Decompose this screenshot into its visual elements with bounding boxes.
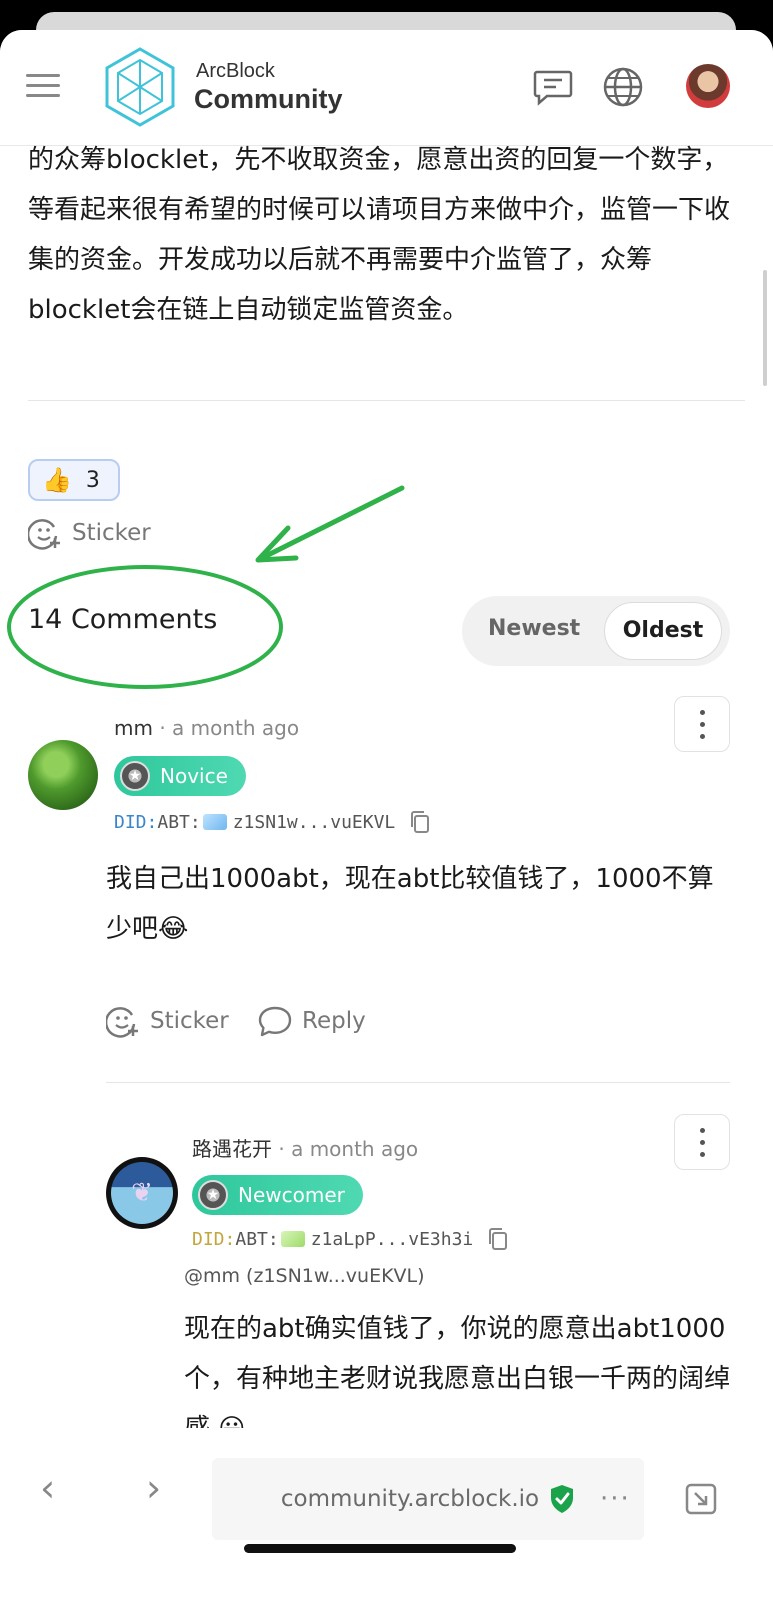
reaction-count: 3 bbox=[85, 467, 100, 493]
thumbs-up-reaction[interactable]: 👍 3 bbox=[28, 459, 120, 501]
logo-brand-name: ArcBlock bbox=[196, 60, 275, 82]
more-options-icon[interactable]: ··· bbox=[600, 1484, 631, 1514]
status-badge: ★ Newcomer bbox=[192, 1175, 363, 1215]
comment-time: · a month ago bbox=[159, 716, 300, 740]
medal-icon: ★ bbox=[120, 761, 150, 791]
sticker-icon bbox=[28, 519, 60, 550]
did-prefix: DID: bbox=[114, 811, 158, 833]
post-sticker-button[interactable]: Sticker bbox=[28, 516, 151, 550]
logo-site-name: Community bbox=[194, 84, 343, 114]
did-address: DID: ABT: z1SN1w...vuEKVL bbox=[114, 810, 431, 834]
site-header: ArcBlock Community bbox=[0, 30, 773, 146]
did-avatar-icon bbox=[202, 814, 227, 830]
avatar[interactable] bbox=[28, 740, 98, 810]
sticker-label: Sticker bbox=[72, 520, 151, 546]
url-text: community.arcblock.io bbox=[280, 1486, 540, 1512]
avatar[interactable]: ❦ bbox=[106, 1157, 178, 1229]
forward-arrow-icon[interactable]: › bbox=[146, 1466, 161, 1510]
comment-meta: 路遇花开 · a month ago bbox=[192, 1133, 418, 1162]
did-type: ABT: bbox=[157, 811, 201, 833]
comments-count-title: 14 Comments bbox=[28, 604, 218, 635]
copy-icon[interactable] bbox=[487, 1227, 509, 1251]
did-type: ABT: bbox=[235, 1228, 279, 1250]
comment-divider bbox=[106, 1082, 730, 1083]
badge-label: Novice bbox=[160, 764, 228, 788]
globe-icon[interactable] bbox=[602, 66, 644, 108]
did-avatar-icon bbox=[280, 1231, 305, 1247]
annotation-arrow-icon bbox=[255, 485, 405, 563]
comment-text: 我自己出1000abt，现在abt比较值钱了，1000不算少吧😂 bbox=[106, 864, 714, 944]
home-indicator[interactable] bbox=[244, 1544, 516, 1553]
menu-icon[interactable] bbox=[26, 74, 60, 100]
sticker-label: Sticker bbox=[150, 1008, 229, 1034]
browser-sheet: ArcBlock Community 的众筹blocklet，先不收取资金，愿意… bbox=[0, 30, 773, 1600]
medal-icon: ★ bbox=[198, 1180, 228, 1210]
comment-sort-toggle: Newest Oldest bbox=[462, 596, 730, 666]
scrollbar[interactable] bbox=[763, 270, 767, 386]
thumbs-up-icon: 👍 bbox=[42, 466, 72, 494]
user-avatar[interactable] bbox=[686, 64, 730, 108]
reply-label: Reply bbox=[302, 1008, 366, 1034]
sort-newest-button[interactable]: Newest bbox=[488, 616, 580, 641]
browser-toolbar: ‹ › community.arcblock.io ··· bbox=[0, 1428, 773, 1570]
status-badge: ★ Novice bbox=[114, 756, 246, 796]
comment-time: · a month ago bbox=[278, 1137, 419, 1161]
sticker-icon bbox=[106, 1007, 138, 1038]
comment-meta: mm · a month ago bbox=[114, 716, 299, 740]
arcblock-logo-icon[interactable] bbox=[104, 46, 176, 128]
comment-sticker-button[interactable]: Sticker bbox=[106, 1004, 229, 1038]
address-bar[interactable]: community.arcblock.io bbox=[212, 1458, 644, 1540]
butterfly-icon: ❦ bbox=[111, 1162, 173, 1224]
reply-bubble-icon bbox=[258, 1006, 292, 1037]
reply-mention[interactable]: @mm (z1SN1w...vuEKVL) bbox=[184, 1265, 425, 1287]
copy-icon[interactable] bbox=[409, 810, 431, 834]
badge-label: Newcomer bbox=[238, 1183, 345, 1207]
chat-icon[interactable] bbox=[532, 66, 574, 108]
tabs-switcher-icon[interactable] bbox=[684, 1482, 718, 1516]
sort-oldest-button[interactable]: Oldest bbox=[604, 602, 722, 660]
comment-reply-button[interactable]: Reply bbox=[258, 1004, 366, 1038]
comment-author[interactable]: mm bbox=[114, 716, 153, 740]
did-address: DID: ABT: z1aLpP...vE3h3i bbox=[192, 1227, 509, 1251]
comment-more-button[interactable] bbox=[674, 696, 730, 752]
post-divider bbox=[28, 400, 745, 401]
did-prefix: DID: bbox=[192, 1228, 236, 1250]
comment-author[interactable]: 路遇花开 bbox=[192, 1137, 272, 1161]
back-arrow-icon[interactable]: ‹ bbox=[40, 1466, 55, 1510]
secure-shield-icon bbox=[551, 1485, 574, 1513]
did-value: z1SN1w...vuEKVL bbox=[232, 811, 396, 833]
post-body-text: 的众筹blocklet，先不收取资金，愿意出资的回复一个数字，等看起来很有希望的… bbox=[28, 145, 731, 325]
comment-more-button[interactable] bbox=[674, 1114, 730, 1170]
did-value: z1aLpP...vE3h3i bbox=[310, 1228, 474, 1250]
